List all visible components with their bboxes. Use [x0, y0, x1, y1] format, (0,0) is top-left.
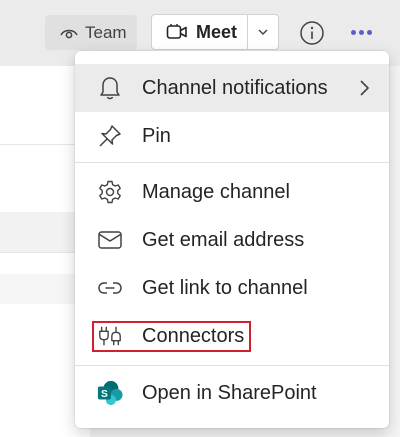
channel-info-button[interactable]	[298, 19, 326, 47]
more-dot-icon	[366, 29, 372, 35]
pin-icon	[97, 123, 123, 149]
menu-item-get-link-to-channel[interactable]: Get link to channel	[75, 264, 389, 312]
chevron-down-icon	[257, 28, 269, 36]
more-dot-icon	[350, 29, 356, 35]
more-options-button[interactable]	[346, 22, 376, 42]
meet-options-dropdown[interactable]	[248, 15, 278, 49]
eye-icon	[59, 26, 79, 40]
menu-item-channel-notifications[interactable]: Channel notifications	[75, 64, 389, 112]
info-icon	[298, 19, 326, 47]
svg-text:S: S	[101, 389, 108, 400]
menu-item-label: Manage channel	[142, 181, 290, 203]
video-camera-icon	[166, 23, 188, 41]
bell-icon	[97, 75, 123, 101]
team-button-label: Team	[85, 22, 127, 42]
link-icon	[97, 275, 123, 301]
menu-divider	[75, 162, 389, 163]
more-dot-icon	[358, 29, 364, 35]
mail-icon	[97, 227, 123, 253]
meet-button[interactable]: Meet	[152, 15, 248, 49]
menu-item-open-in-sharepoint[interactable]: S Open in SharePoint	[75, 369, 389, 417]
team-button[interactable]: Team	[45, 15, 137, 50]
menu-item-label: Get link to channel	[142, 277, 308, 299]
meet-button-label: Meet	[196, 21, 238, 42]
meet-split-button: Meet	[151, 14, 279, 50]
connectors-highlight-box	[92, 321, 251, 352]
chevron-right-icon	[357, 78, 371, 98]
menu-item-manage-channel[interactable]: Manage channel	[75, 168, 389, 216]
menu-item-label: Pin	[142, 125, 171, 147]
menu-item-label: Get email address	[142, 229, 305, 251]
menu-item-label: Channel notifications	[142, 77, 328, 99]
sharepoint-icon: S	[97, 380, 123, 406]
gear-icon	[97, 179, 123, 205]
menu-item-pin[interactable]: Pin	[75, 112, 389, 160]
menu-divider	[75, 365, 389, 366]
menu-item-label: Open in SharePoint	[142, 382, 317, 404]
channel-context-menu: Channel notifications Pin Manage channel	[75, 51, 389, 428]
menu-item-get-email-address[interactable]: Get email address	[75, 216, 389, 264]
